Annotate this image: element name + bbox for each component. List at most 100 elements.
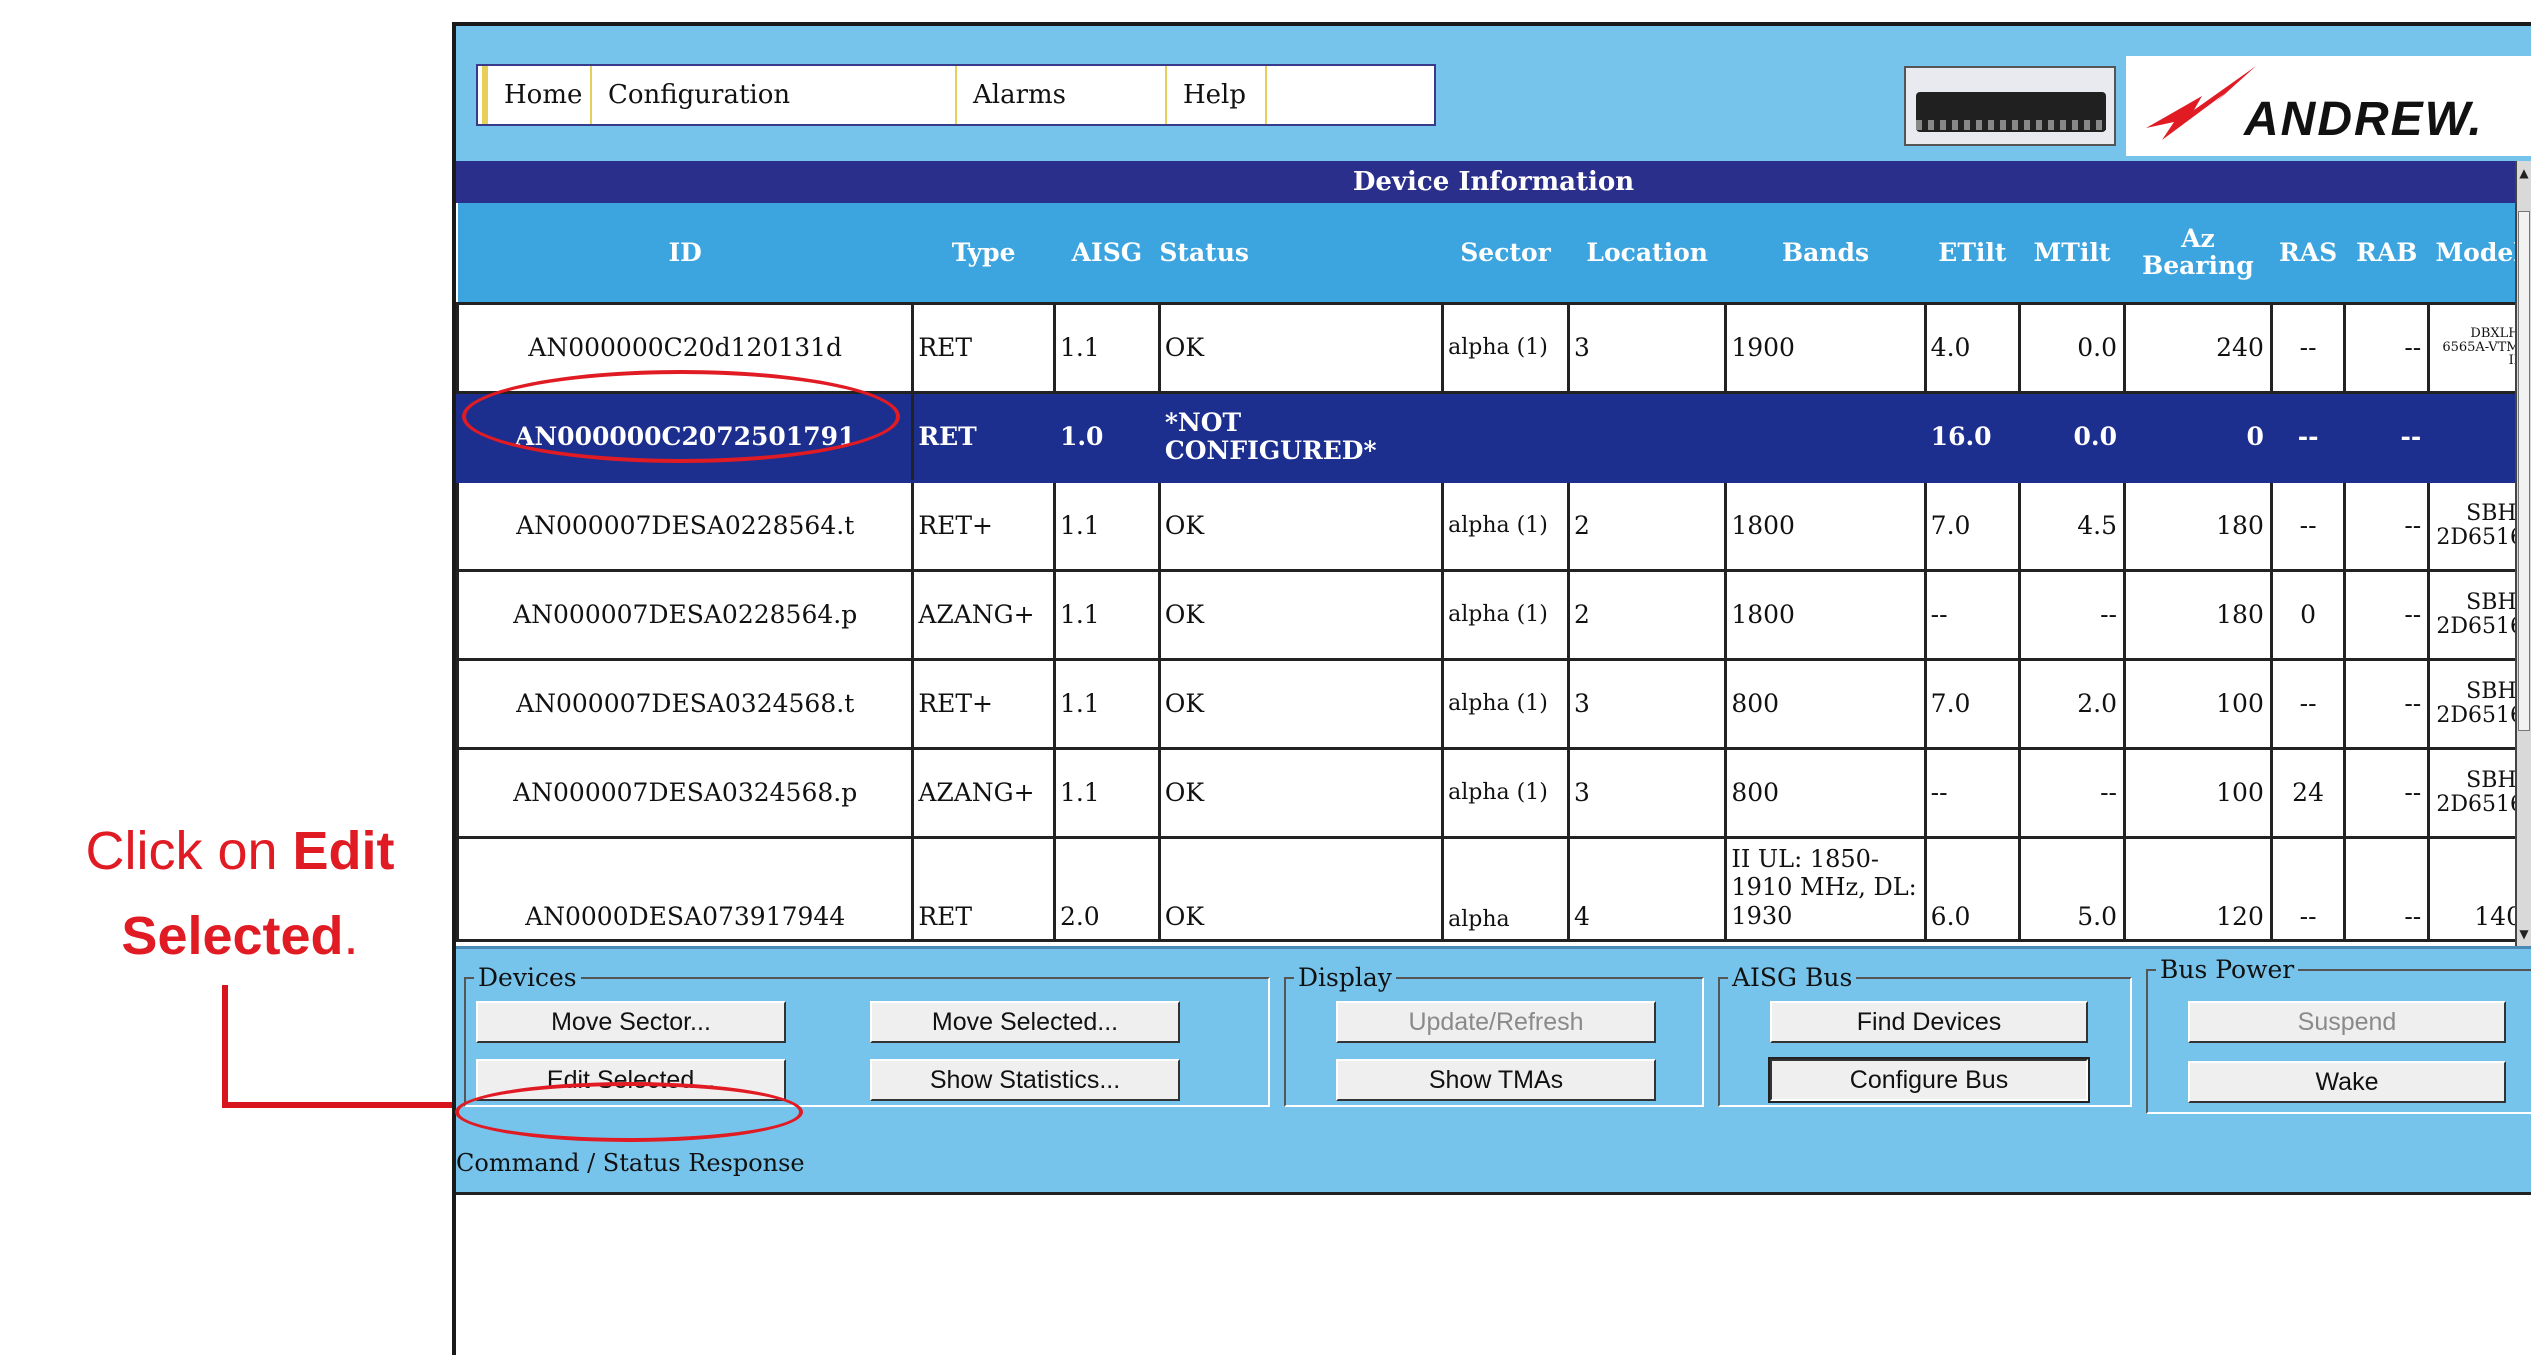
cell-aisg: 2.0 bbox=[1052, 835, 1161, 942]
suspend-button[interactable]: Suspend bbox=[2188, 1001, 2506, 1043]
cell-bands: 1800 bbox=[1724, 479, 1927, 572]
cell-az-bearing: 100 bbox=[2122, 746, 2273, 839]
andrew-logo: ANDREW. bbox=[2126, 56, 2531, 156]
col-header-rab[interactable]: RAB bbox=[2344, 203, 2429, 303]
cell-etilt: -- bbox=[1923, 568, 2022, 661]
cell-az-bearing: 180 bbox=[2122, 479, 2273, 572]
cell-aisg: 1.1 bbox=[1052, 301, 1161, 394]
top-bar: Home Configuration Alarms Help ANDREW. bbox=[456, 26, 2531, 161]
cell-id: AN0000DESA073917944 bbox=[456, 835, 915, 942]
cell-rab: -- bbox=[2343, 657, 2431, 750]
menu-alarms[interactable]: Alarms bbox=[957, 66, 1167, 124]
device-table: ID Type AISG Status Sector Location Band… bbox=[456, 203, 2531, 942]
cell-sector: alpha bbox=[1441, 835, 1570, 942]
cell-ras: -- bbox=[2269, 835, 2347, 942]
col-header-location[interactable]: Location bbox=[1568, 203, 1726, 303]
cell-az-bearing: 120 bbox=[2122, 835, 2273, 942]
table-row[interactable]: AN000007DESA0228564.t RET+ 1.1 OK alpha … bbox=[456, 479, 2531, 572]
col-header-aisg[interactable]: AISG bbox=[1054, 203, 1160, 303]
scroll-down-icon[interactable]: ▼ bbox=[2517, 922, 2531, 946]
table-row[interactable]: AN000000C20d120131d RET 1.1 OK alpha (1)… bbox=[456, 301, 2531, 394]
control-panel: Devices Move Sector... Move Selected... … bbox=[456, 946, 2531, 1196]
wake-button[interactable]: Wake bbox=[2188, 1061, 2506, 1103]
edit-selected-button[interactable]: Edit Selected... bbox=[476, 1059, 786, 1101]
cell-mtilt: 4.5 bbox=[2018, 479, 2126, 572]
show-tmas-button[interactable]: Show TMAs bbox=[1336, 1059, 1656, 1101]
cell-status: *NOT CONFIGURED* bbox=[1157, 390, 1445, 483]
col-header-sector[interactable]: Sector bbox=[1442, 203, 1569, 303]
cell-type: RET+ bbox=[911, 479, 1056, 572]
col-header-mtilt[interactable]: MTilt bbox=[2019, 203, 2125, 303]
cell-aisg: 1.1 bbox=[1052, 657, 1161, 750]
col-header-etilt[interactable]: ETilt bbox=[1925, 203, 2020, 303]
find-devices-button[interactable]: Find Devices bbox=[1770, 1001, 2088, 1043]
table-row-selected[interactable]: AN000000C2072501791 RET 1.0 *NOT CONFIGU… bbox=[456, 390, 2531, 483]
update-refresh-button[interactable]: Update/Refresh bbox=[1336, 1001, 1656, 1043]
group-bus-power-label: Bus Power bbox=[2156, 955, 2299, 984]
cell-id: AN000007DESA0228564.t bbox=[456, 479, 915, 572]
cell-bands: 800 bbox=[1724, 657, 1927, 750]
cell-mtilt: -- bbox=[2018, 568, 2126, 661]
menu-configuration[interactable]: Configuration bbox=[592, 66, 957, 124]
device-image bbox=[1904, 66, 2116, 146]
cell-location: 3 bbox=[1566, 657, 1728, 750]
cell-id: AN000000C20d120131d bbox=[456, 301, 915, 394]
move-sector-button[interactable]: Move Sector... bbox=[476, 1001, 786, 1043]
cell-id: AN000007DESA0324568.t bbox=[456, 657, 915, 750]
group-aisg-bus-label: AISG Bus bbox=[1728, 963, 1857, 992]
group-aisg-bus: AISG Bus Find Devices Configure Bus bbox=[1718, 963, 2132, 1107]
group-display: Display Update/Refresh Show TMAs bbox=[1284, 963, 1704, 1107]
cell-status: OK bbox=[1157, 568, 1445, 661]
cell-location: 4 bbox=[1566, 835, 1728, 942]
col-header-az-bearing[interactable]: Az Bearing bbox=[2124, 203, 2272, 303]
col-header-bands[interactable]: Bands bbox=[1725, 203, 1926, 303]
group-display-label: Display bbox=[1294, 963, 1396, 992]
cell-aisg: 1.1 bbox=[1052, 479, 1161, 572]
col-header-ras[interactable]: RAS bbox=[2271, 203, 2345, 303]
show-statistics-button[interactable]: Show Statistics... bbox=[870, 1059, 1180, 1101]
group-devices-label: Devices bbox=[474, 963, 581, 992]
cell-etilt: -- bbox=[1923, 746, 2022, 839]
cell-mtilt: 5.0 bbox=[2018, 835, 2126, 942]
table-header-row: ID Type AISG Status Sector Location Band… bbox=[457, 203, 2530, 303]
cell-aisg: 1.0 bbox=[1052, 390, 1161, 483]
cell-rab: -- bbox=[2343, 746, 2431, 839]
cell-bands: II UL: 1850-1910 MHz, DL: 1930 bbox=[1724, 835, 1927, 942]
cell-rab: -- bbox=[2343, 479, 2431, 572]
annotation-arrow-vertical bbox=[222, 985, 228, 1108]
cell-aisg: 1.1 bbox=[1052, 746, 1161, 839]
scroll-up-icon[interactable]: ▲ bbox=[2517, 161, 2531, 185]
logo-text: ANDREW. bbox=[2244, 93, 2484, 146]
cell-etilt: 7.0 bbox=[1923, 479, 2022, 572]
status-response-label: Command / Status Response bbox=[456, 1149, 805, 1177]
cell-sector: alpha (1) bbox=[1441, 479, 1570, 572]
menu-help[interactable]: Help bbox=[1167, 66, 1267, 124]
table-row[interactable]: AN000007DESA0324568.t RET+ 1.1 OK alpha … bbox=[456, 657, 2531, 750]
cell-az-bearing: 180 bbox=[2122, 568, 2273, 661]
table-row[interactable]: AN0000DESA073917944 RET 2.0 OK alpha 4 I… bbox=[456, 835, 2531, 942]
scrollbar-thumb[interactable] bbox=[2518, 211, 2530, 731]
configure-bus-button[interactable]: Configure Bus bbox=[1768, 1057, 2090, 1103]
cell-status: OK bbox=[1157, 657, 1445, 750]
cell-id: AN000007DESA0228564.p bbox=[456, 568, 915, 661]
table-scrollbar[interactable]: ▲ ▼ bbox=[2515, 161, 2531, 946]
cell-location: 2 bbox=[1566, 568, 1728, 661]
cell-location: 3 bbox=[1566, 301, 1728, 394]
table-row[interactable]: AN000007DESA0324568.p AZANG+ 1.1 OK alph… bbox=[456, 746, 2531, 839]
cell-bands bbox=[1724, 390, 1927, 483]
cell-rab: -- bbox=[2343, 568, 2431, 661]
table-row[interactable]: AN000007DESA0228564.p AZANG+ 1.1 OK alph… bbox=[456, 568, 2531, 661]
cell-mtilt: 0.0 bbox=[2018, 390, 2126, 483]
move-selected-button[interactable]: Move Selected... bbox=[870, 1001, 1180, 1043]
group-bus-power: Bus Power Suspend Wake bbox=[2146, 955, 2531, 1114]
menu-home[interactable]: Home bbox=[482, 66, 592, 124]
device-information-title: Device Information bbox=[456, 161, 2531, 203]
col-header-id[interactable]: ID bbox=[457, 203, 913, 303]
col-header-status[interactable]: Status bbox=[1159, 203, 1443, 303]
group-devices: Devices Move Sector... Move Selected... … bbox=[464, 963, 1270, 1107]
cell-ras: -- bbox=[2269, 301, 2347, 394]
cell-bands: 1800 bbox=[1724, 568, 1927, 661]
col-header-type[interactable]: Type bbox=[912, 203, 1055, 303]
device-table-area: Device Information ID Type AISG Status S… bbox=[456, 161, 2531, 946]
cell-az-bearing: 240 bbox=[2122, 301, 2273, 394]
